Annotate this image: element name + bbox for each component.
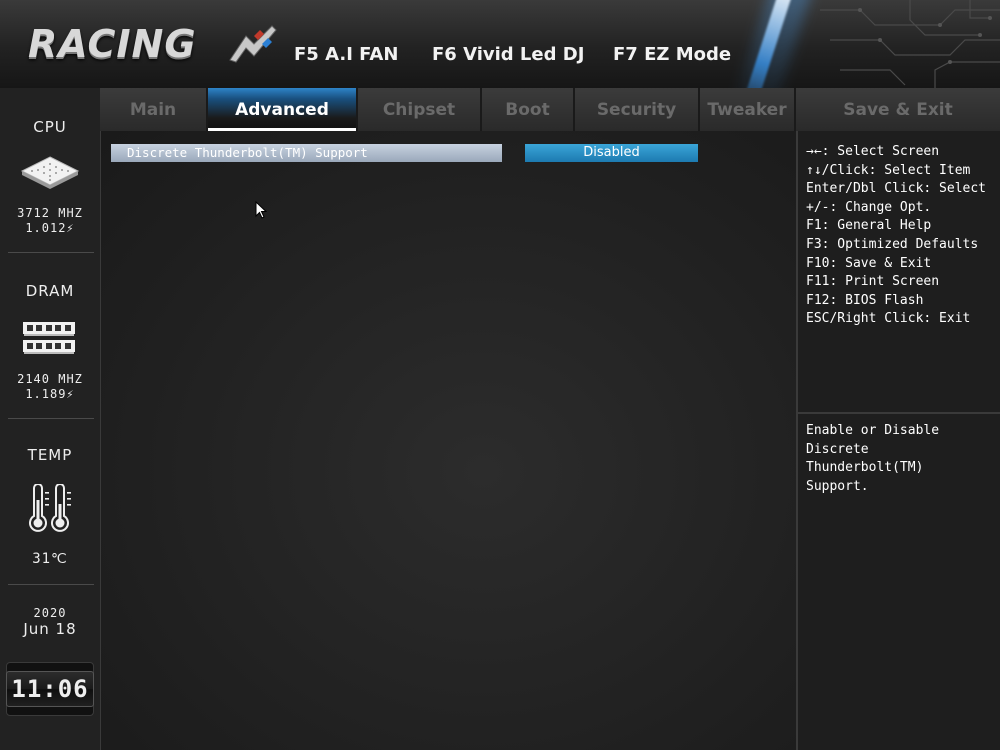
cpu-chip-icon [20,156,80,189]
key-legend-item: +/-: Change Opt. [806,199,932,215]
key-legend-item: F11: Print Screen [806,274,940,290]
tab-save-exit[interactable]: Save & Exit [796,88,1000,131]
thermometer-icon [29,484,71,532]
key-legend-item: F10: Save & Exit [806,255,932,271]
date-month-day: Jun 18 [23,620,77,638]
setting-description: Enable or Disable Discrete Thunderbolt(T… [806,423,940,494]
clock-time: 11:06 [6,671,94,707]
key-legend-item: ↑↓/Click: Select Item [806,162,971,178]
thunderbolt-setting-label[interactable]: Discrete Thunderbolt(TM) Support [111,144,502,162]
dram-voltage: 1.189⚡ [25,387,75,401]
tab-boot[interactable]: Boot [482,88,575,131]
ez-mode-hotkey-button[interactable]: F7 EZ Mode [613,44,731,65]
memory-module-icon [23,322,75,354]
thunderbolt-setting-value[interactable]: Disabled [525,144,698,162]
temperature-value: 31℃ [32,551,68,567]
sidebar-divider [8,584,94,585]
cpu-label: CPU [33,118,67,136]
temp-label: TEMP [27,446,73,464]
header: RACING F5 A.I FAN F6 Vivid Led DJ F7 EZ … [0,0,1000,88]
system-info-sidebar: CPU 3712 MHZ 1.012⚡ DRAM 2140 MHZ 1.189⚡… [0,88,100,750]
clock: 11:06 [6,662,94,716]
sidebar-divider [8,252,94,253]
dram-label: DRAM [25,282,75,300]
settings-panel: Discrete Thunderbolt(TM) Support Disable… [100,131,796,750]
key-legend-item: F3: Optimized Defaults [806,236,979,252]
help-panel: →←: Select Screen ↑↓/Click: Select Item … [796,131,1000,750]
racing-logo: RACING [28,22,197,66]
setting-row[interactable]: Discrete Thunderbolt(TM) Support Disable… [111,144,791,162]
date-year: 2020 [33,606,67,620]
tab-security[interactable]: Security [575,88,700,131]
tab-tweaker[interactable]: Tweaker [700,88,796,131]
tab-bar: Main Advanced Chipset Boot Security Twea… [100,88,1000,131]
tab-chipset[interactable]: Chipset [358,88,482,131]
key-legend: →←: Select Screen ↑↓/Click: Select Item … [806,143,1000,329]
key-legend-item: F12: BIOS Flash [806,292,924,308]
cpu-frequency: 3712 MHZ [17,206,83,220]
ai-fan-hotkey-button[interactable]: F5 A.I FAN [294,44,398,65]
help-divider [798,412,1000,414]
racing-logo-mark-icon [229,25,277,63]
tab-main[interactable]: Main [100,88,208,131]
key-legend-item: F1: General Help [806,218,932,234]
dram-frequency: 2140 MHZ [17,372,83,386]
mouse-pointer-icon [255,201,267,219]
key-legend-item: Enter/Dbl Click: Select [806,181,987,197]
key-legend-item: ESC/Right Click: Exit [806,311,971,327]
vivid-led-dj-hotkey-button[interactable]: F6 Vivid Led DJ [432,44,584,65]
tab-advanced[interactable]: Advanced [208,88,358,131]
sidebar-divider [8,418,94,419]
key-legend-item: →←: Select Screen [806,144,940,159]
cpu-voltage: 1.012⚡ [25,221,75,235]
